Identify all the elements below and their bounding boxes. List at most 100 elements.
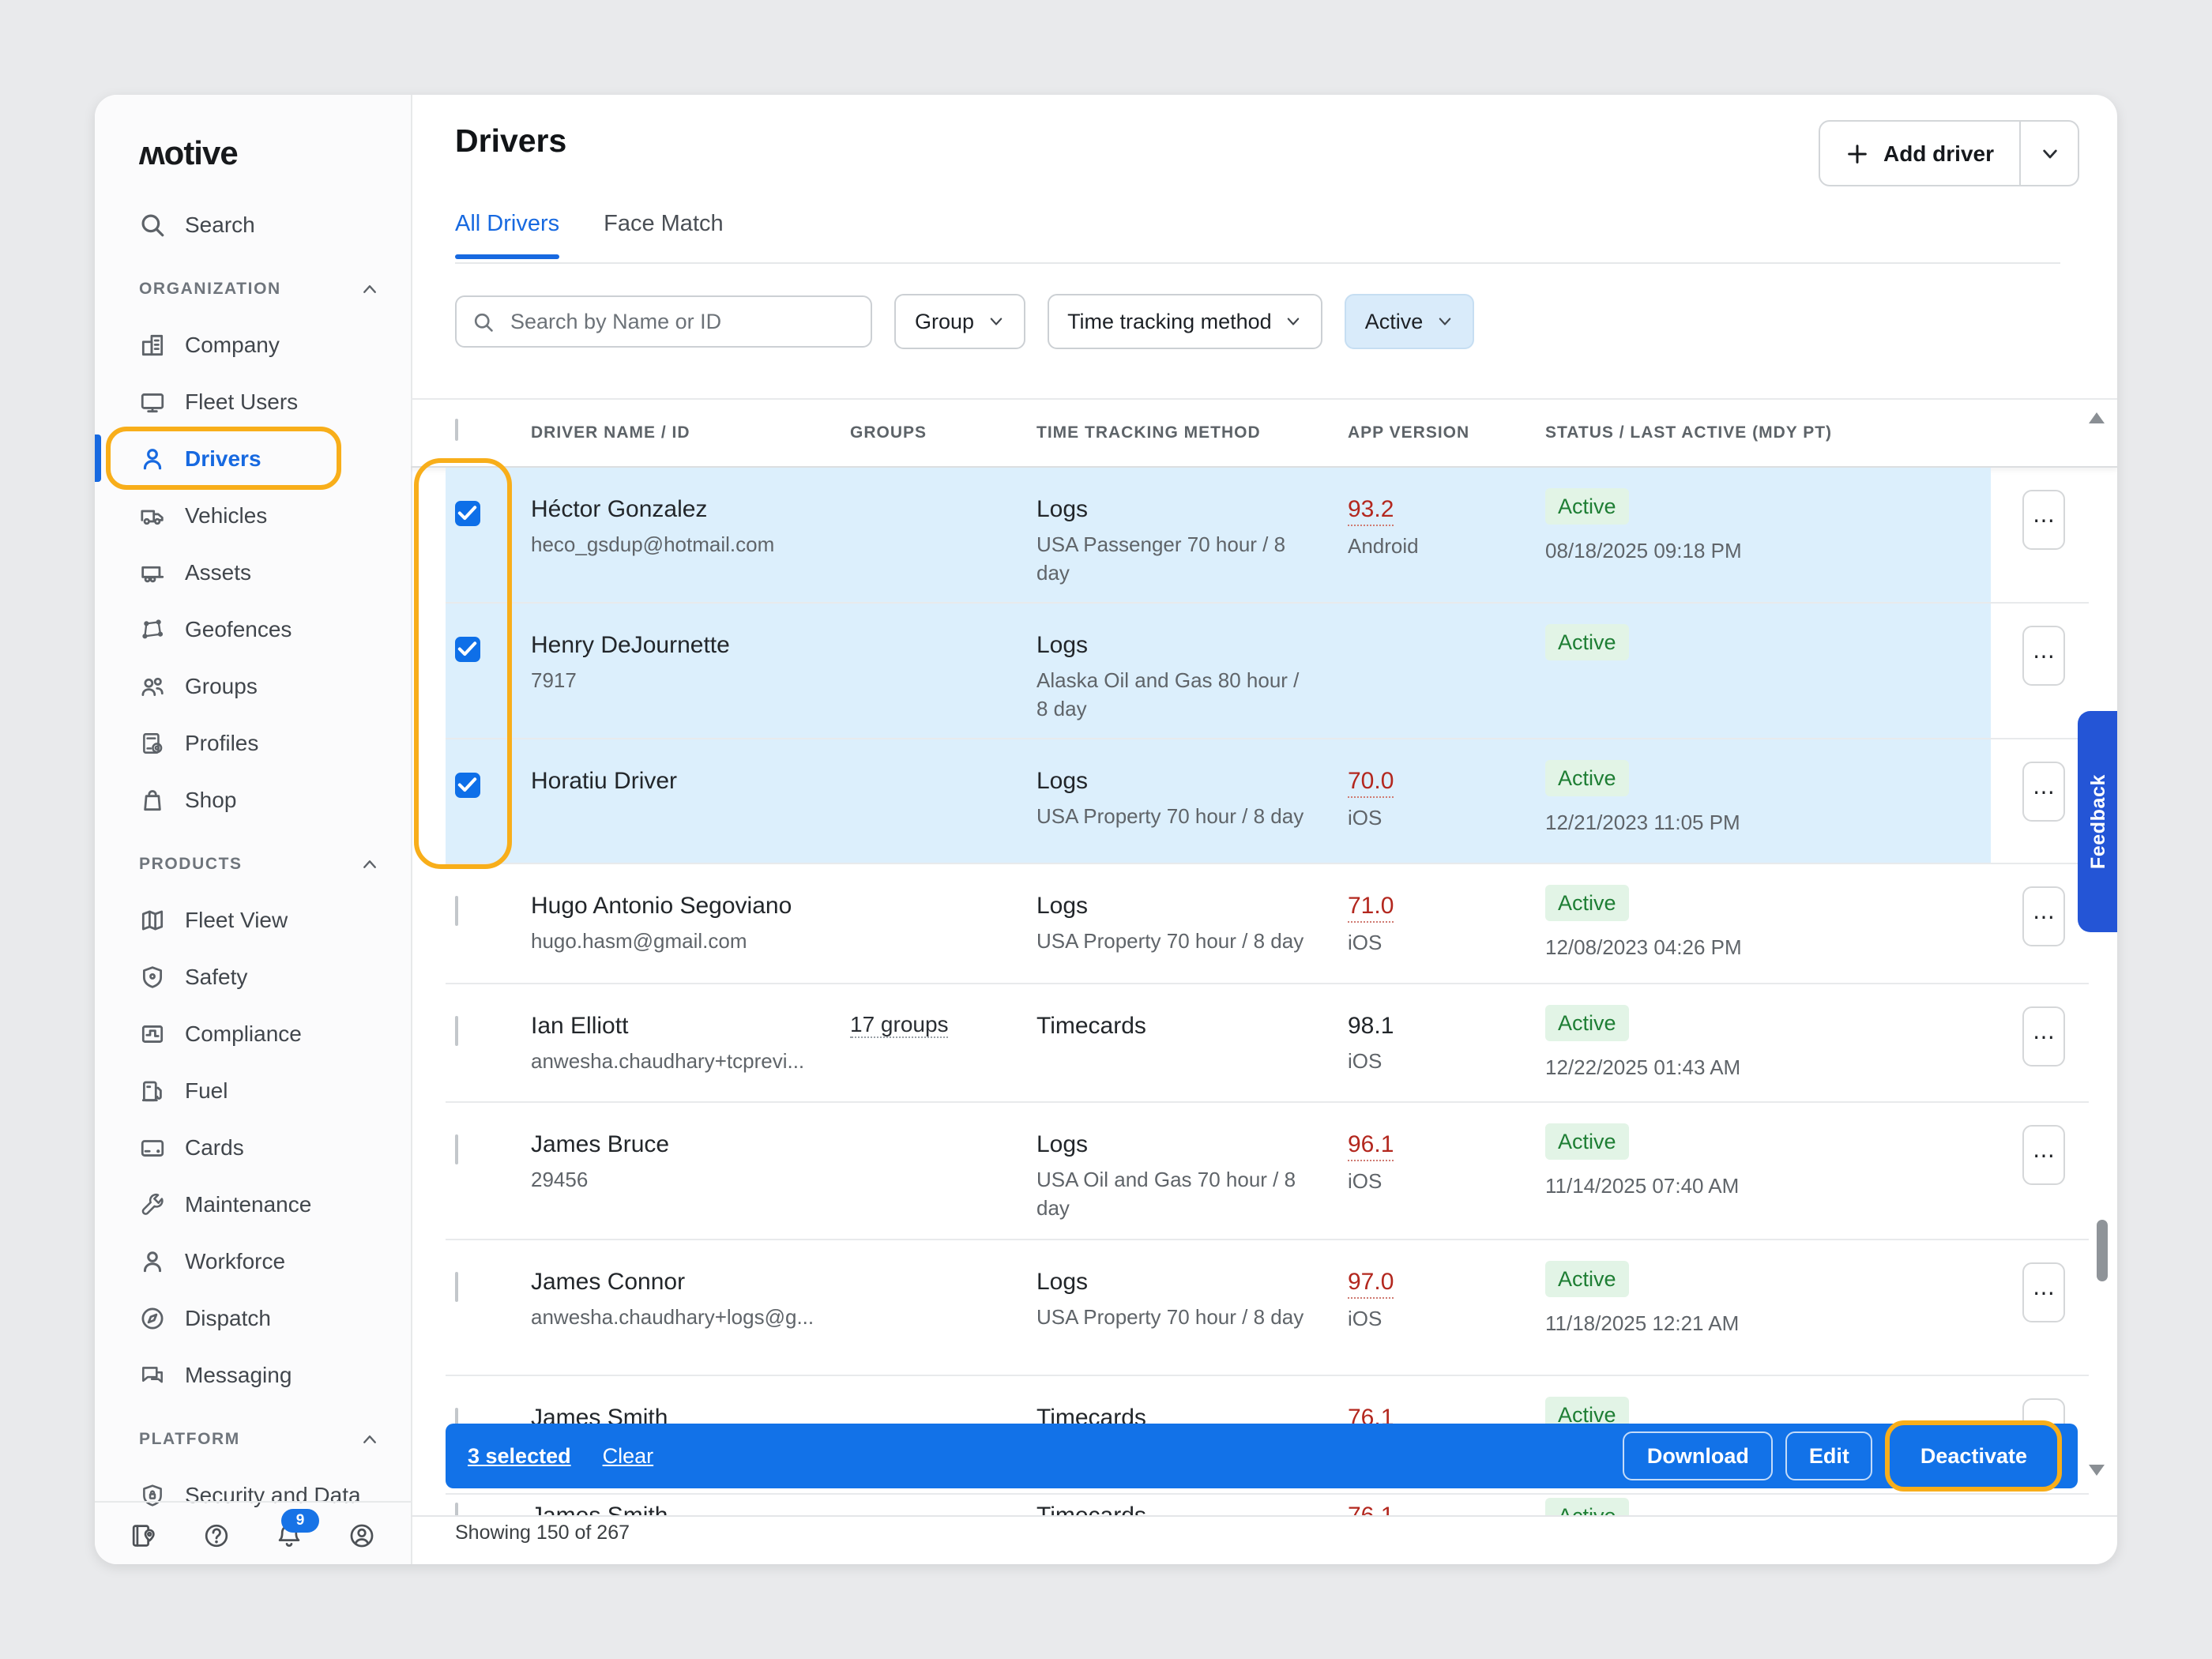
row-checkbox[interactable]	[455, 897, 458, 926]
sidebar-item-fleet-users[interactable]: Fleet Users	[95, 373, 411, 430]
driver-search-input[interactable]	[507, 308, 855, 335]
dispatch-icon	[139, 1304, 166, 1331]
row-menu-button[interactable]: ⋯	[2022, 626, 2065, 686]
sidebar-item-compliance[interactable]: Compliance	[95, 1005, 411, 1062]
row-checkbox[interactable]	[455, 1273, 458, 1302]
app-version-link[interactable]: 93.2	[1348, 495, 1394, 526]
sidebar-item-search[interactable]: Search	[95, 196, 411, 253]
shop-icon	[139, 786, 166, 813]
sidebar-item-label: Assets	[185, 559, 251, 585]
driver-name[interactable]: James Smith	[531, 1501, 841, 1517]
logbook-location-icon[interactable]	[130, 1522, 158, 1550]
status-badge: Active	[1545, 1261, 1629, 1297]
add-driver-button[interactable]: Add driver	[1820, 122, 2019, 185]
sidebar-item-fleet-view[interactable]: Fleet View	[95, 891, 411, 948]
row-checkbox[interactable]	[455, 773, 480, 797]
tab-face-match[interactable]: Face Match	[604, 212, 724, 256]
tracking-method: Logs	[1036, 630, 1315, 660]
app-version-link[interactable]: 96.1	[1348, 1130, 1394, 1161]
driver-name[interactable]: Henry DeJournette	[531, 630, 841, 660]
groups-link[interactable]: 17 groups	[850, 1011, 949, 1038]
sidebar-item-profiles[interactable]: Profiles	[95, 714, 411, 771]
sidebar-item-drivers[interactable]: Drivers	[95, 430, 411, 487]
tab-all-drivers[interactable]: All Drivers	[455, 212, 559, 256]
driver-name[interactable]: Héctor Gonzalez	[531, 495, 841, 525]
sidebar-item-company[interactable]: Company	[95, 316, 411, 373]
app-version-link[interactable]: 97.0	[1348, 1267, 1394, 1299]
sidebar-item-safety[interactable]: Safety	[95, 948, 411, 1005]
bell-icon[interactable]: 9	[275, 1522, 303, 1550]
deactivate-button[interactable]: Deactivate	[1897, 1431, 2051, 1480]
app-version-cell: 98.1iOS	[1348, 1011, 1506, 1073]
driver-name[interactable]: Horatiu Driver	[531, 766, 841, 796]
filter-time-tracking-method[interactable]: Time tracking method	[1047, 294, 1322, 349]
filter-active[interactable]: Active	[1345, 294, 1474, 349]
sidebar-section-products: PRODUCTS	[95, 828, 411, 891]
app-version-link[interactable]: 71.0	[1348, 891, 1394, 923]
feedback-tab[interactable]: Feedback	[2078, 711, 2117, 932]
edit-button[interactable]: Edit	[1785, 1431, 1873, 1480]
row-checkbox[interactable]	[455, 1018, 458, 1046]
driver-name[interactable]: Ian Elliott	[531, 1011, 841, 1041]
showing-count-text: Showing 150 of 267	[455, 1522, 630, 1544]
filter-dropdowns: Group Time tracking method Active	[894, 294, 1473, 349]
table-row: Hugo Antonio Segovianohugo.hasm@gmail.co…	[411, 864, 2117, 984]
row-menu-button[interactable]: ⋯	[2022, 886, 2065, 946]
row-menu-button[interactable]: ⋯	[2022, 762, 2065, 822]
driver-search-box[interactable]	[455, 295, 872, 348]
row-checkbox[interactable]	[455, 501, 480, 525]
sidebar-item-workforce[interactable]: Workforce	[95, 1232, 411, 1289]
row-menu-button[interactable]: ⋯	[2022, 1262, 2065, 1322]
sidebar-item-vehicles[interactable]: Vehicles	[95, 487, 411, 544]
search-icon	[139, 211, 166, 238]
driver-name-cell: Horatiu Driver	[531, 766, 841, 796]
clear-selection-link[interactable]: Clear	[603, 1444, 654, 1468]
sidebar-item-cards[interactable]: Cards	[95, 1119, 411, 1176]
app-version-link[interactable]: 70.0	[1348, 766, 1394, 798]
tracking-method: Logs	[1036, 1130, 1315, 1160]
selected-count-link[interactable]: 3 selected	[468, 1444, 571, 1468]
safety-icon	[139, 963, 166, 990]
driver-name[interactable]: James Bruce	[531, 1130, 841, 1160]
row-menu-button[interactable]: ⋯	[2022, 1006, 2065, 1066]
platform-label: iOS	[1348, 1307, 1506, 1330]
status-badge: Active	[1545, 1005, 1629, 1041]
sidebar-item-messaging[interactable]: Messaging	[95, 1346, 411, 1403]
platform-label: iOS	[1348, 931, 1506, 954]
row-menu-button[interactable]: ⋯	[2022, 490, 2065, 550]
sidebar-item-assets[interactable]: Assets	[95, 544, 411, 600]
row-checkbox[interactable]	[455, 637, 480, 661]
sidebar-item-maintenance[interactable]: Maintenance	[95, 1176, 411, 1232]
column-header: DRIVER NAME / ID	[531, 423, 690, 442]
sidebar-item-fuel[interactable]: Fuel	[95, 1062, 411, 1119]
chevron-up-icon	[360, 1430, 379, 1449]
sidebar-item-geofences[interactable]: Geofences	[95, 600, 411, 657]
filter-group[interactable]: Group	[894, 294, 1025, 349]
sidebar-item-label: Compliance	[185, 1021, 302, 1046]
add-driver-caret-button[interactable]	[2019, 122, 2078, 185]
sidebar-item-groups[interactable]: Groups	[95, 657, 411, 714]
messaging-icon	[139, 1361, 166, 1388]
row-menu-button[interactable]: ⋯	[2022, 1125, 2065, 1185]
select-all-checkbox[interactable]	[455, 420, 458, 439]
sidebar-item-dispatch[interactable]: Dispatch	[95, 1289, 411, 1346]
download-button[interactable]: Download	[1623, 1431, 1773, 1480]
scrollbar-thumb[interactable]	[2097, 1220, 2108, 1281]
tracking-method: Logs	[1036, 1267, 1315, 1297]
scroll-down-arrow[interactable]	[2089, 1465, 2105, 1476]
driver-name[interactable]: Hugo Antonio Segoviano	[531, 891, 841, 921]
account-icon[interactable]	[348, 1522, 376, 1550]
vehicles-icon	[139, 502, 166, 529]
sidebar-item-label: Geofences	[185, 616, 292, 641]
sidebar-item-shop[interactable]: Shop	[95, 771, 411, 828]
driver-name[interactable]: James Connor	[531, 1267, 841, 1297]
help-icon[interactable]	[202, 1522, 231, 1550]
dropdown-label: Group	[915, 310, 974, 333]
chevron-down-icon	[2039, 143, 2060, 164]
row-checkbox[interactable]	[455, 1136, 458, 1164]
tracking-method: Logs	[1036, 495, 1315, 525]
scroll-up-arrow[interactable]	[2089, 412, 2105, 423]
tracking-method: Timecards	[1036, 1011, 1315, 1041]
app-version-link[interactable]: 76.1	[1348, 1501, 1394, 1517]
row-checkbox[interactable]	[455, 1504, 458, 1517]
